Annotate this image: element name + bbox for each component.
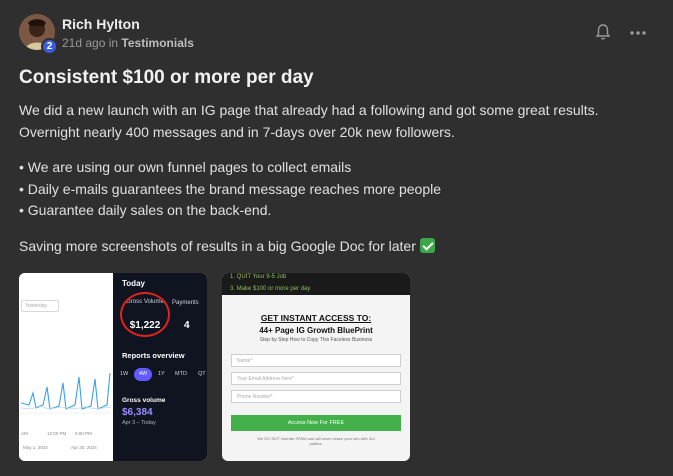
optin-submit-button: Access Now For FREE bbox=[231, 415, 401, 431]
post-body: We did a new launch with an IG page that… bbox=[19, 100, 659, 257]
payments-label: Payments bbox=[172, 300, 199, 306]
range-option: 1W bbox=[120, 371, 129, 377]
author-name[interactable]: Rich Hylton bbox=[62, 16, 140, 32]
range-option-active: 4W bbox=[134, 368, 152, 381]
more-horizontal-icon[interactable] bbox=[629, 30, 647, 36]
range-option: 1Y bbox=[158, 371, 165, 377]
bell-off-icon[interactable] bbox=[594, 23, 612, 41]
attachment-thumbnail-stripe[interactable]: Yesterday AM 12:00 PM 6:00 PM May 1, 202… bbox=[19, 273, 207, 461]
optin-step-line: 3. Make $100 or more per day bbox=[230, 286, 311, 292]
category-link[interactable]: Testimonials bbox=[121, 36, 193, 50]
post-meta: 21d ago in Testimonials bbox=[62, 36, 194, 50]
gross-volume-heading: Gross volume bbox=[122, 397, 166, 404]
check-mark-emoji-icon bbox=[419, 237, 435, 253]
axis-tick: 6:00 PM bbox=[75, 431, 92, 436]
reports-overview-heading: Reports overview bbox=[122, 351, 185, 360]
post-header: 2 Rich Hylton 21d ago in Testimonials bbox=[19, 13, 659, 55]
closing-line: Saving more screenshots of results in a … bbox=[19, 236, 659, 258]
optin-headline: 44+ Page IG Growth BluePrint bbox=[259, 326, 373, 335]
bullet-item: • Guarantee daily sales on the back-end. bbox=[19, 202, 272, 218]
stats-panel: Today Gross Volume $1,222 Payments 4 Rep… bbox=[113, 273, 207, 461]
axis-date: Apr 30, 2024 bbox=[71, 445, 97, 450]
axis-tick: 12:00 PM bbox=[47, 431, 67, 436]
chart-panel: Yesterday AM 12:00 PM 6:00 PM May 1, 202… bbox=[19, 273, 113, 461]
today-heading: Today bbox=[122, 279, 145, 288]
volume-line-chart bbox=[19, 372, 113, 414]
in-label: in bbox=[108, 36, 119, 50]
optin-phone-field: Phone Number* bbox=[231, 390, 401, 403]
highlight-circle bbox=[120, 292, 170, 337]
bullet-item: • We are using our own funnel pages to c… bbox=[19, 159, 352, 175]
post-title: Consistent $100 or more per day bbox=[19, 67, 314, 88]
optin-subheadline: Step by Step How to Copy This Faceless B… bbox=[259, 337, 373, 343]
range-option: MTD bbox=[175, 371, 187, 377]
range-selector: 1W 4W 1Y MTD QT bbox=[119, 368, 207, 382]
paragraph-line: Overnight nearly 400 messages and in 7-d… bbox=[19, 123, 455, 140]
payments-value: 4 bbox=[184, 320, 190, 331]
optin-get-access: GET INSTANT ACCESS TO: bbox=[260, 313, 372, 323]
optin-email-field: Your Email Address here* bbox=[231, 372, 401, 385]
range-option: QT bbox=[198, 371, 206, 377]
optin-top-strip: 1. QUIT Your 9-5 Job 3. Make $100 or mor… bbox=[222, 273, 410, 295]
date-filter: Yesterday bbox=[21, 300, 59, 312]
attachment-thumbnail-optin[interactable]: 1. QUIT Your 9-5 Job 3. Make $100 or mor… bbox=[222, 273, 410, 461]
optin-step-line: 1. QUIT Your 9-5 Job bbox=[230, 274, 287, 280]
optin-name-field: Name* bbox=[231, 354, 401, 367]
paragraph-line: We did a new launch with an IG page that… bbox=[19, 102, 599, 118]
gross-volume-total: $6,384 bbox=[122, 407, 153, 418]
gross-volume-range: Apr 3 – Today bbox=[122, 420, 156, 426]
bullet-item: • Daily e-mails guarantees the brand mes… bbox=[19, 180, 442, 197]
optin-fine-print: We DO NOT tolerate SPAM and will never s… bbox=[257, 436, 375, 446]
closing-text: Saving more screenshots of results in a … bbox=[19, 237, 416, 254]
post-time: 21d ago bbox=[62, 36, 106, 50]
axis-date: May 1, 2024 bbox=[23, 445, 48, 450]
axis-tick: AM bbox=[21, 431, 28, 436]
level-badge: 2 bbox=[41, 38, 58, 55]
